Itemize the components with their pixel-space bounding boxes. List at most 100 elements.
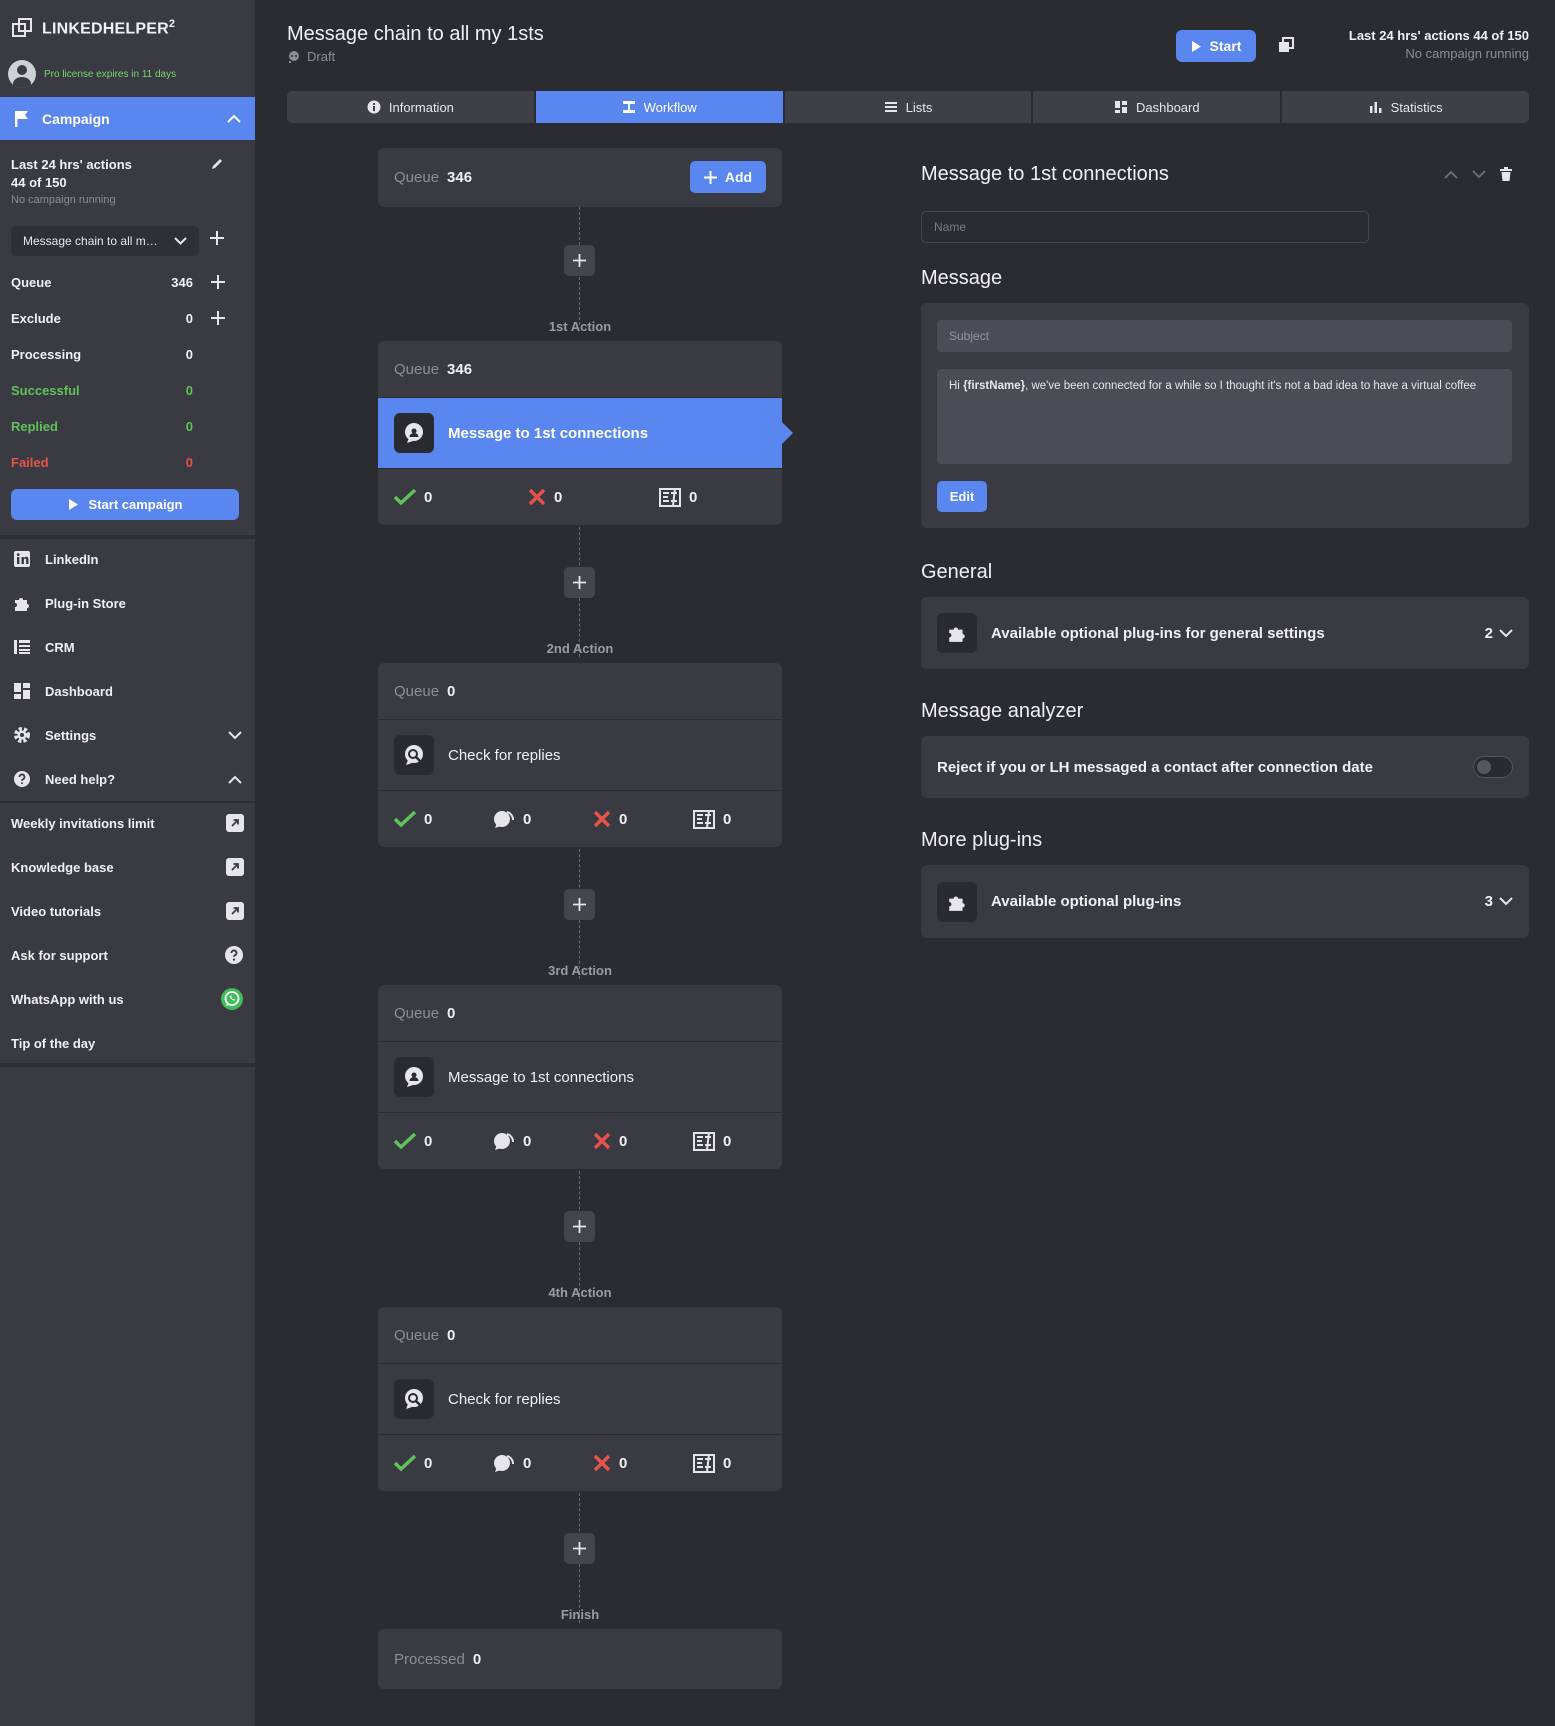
action-item[interactable]: Check for replies — [378, 1363, 782, 1435]
action-card-2[interactable]: Queue 0 Check for replies 0 0 0 0 — [378, 663, 782, 847]
chevron-up-icon[interactable] — [1444, 170, 1458, 179]
sidebar-item-linkedin[interactable]: LinkedIn — [0, 537, 255, 581]
bar-chart-icon — [1369, 100, 1383, 114]
more-plugins-row[interactable]: Available optional plug-ins 3 — [921, 865, 1529, 938]
action-card-4[interactable]: Queue 0 Check for replies 0 0 0 0 — [378, 1307, 782, 1491]
sidebar-item-need-help[interactable]: Need help? — [0, 757, 255, 801]
check-icon — [394, 810, 416, 828]
crm-icon — [13, 638, 31, 656]
start-campaign-button[interactable]: Start campaign — [11, 489, 239, 520]
tab-statistics[interactable]: Statistics — [1282, 91, 1529, 123]
plus-icon — [573, 1542, 586, 1555]
external-link-icon — [226, 814, 244, 832]
plus-icon — [573, 576, 586, 589]
chevron-down-icon[interactable] — [1472, 169, 1486, 179]
stat-label: Exclude — [11, 310, 61, 326]
campaign-select[interactable]: Message chain to all m… — [11, 226, 199, 256]
help-item-label: Ask for support — [11, 947, 108, 963]
more-plugins-label: Available optional plug-ins — [991, 893, 1182, 910]
stat-value: 0 — [523, 810, 532, 828]
add-step-button[interactable] — [564, 1211, 595, 1242]
skipped-icon — [693, 1131, 715, 1151]
action-name: Message to 1st connections — [448, 424, 649, 442]
sidebar-item-dashboard[interactable]: Dashboard — [0, 669, 255, 713]
stat-replied: 0 — [493, 1453, 593, 1473]
action-stats: 0 0 0 0 — [378, 791, 782, 847]
sidebar-item-label: Plug-in Store — [45, 595, 126, 611]
stat-value: 0 — [185, 346, 193, 362]
stat-success: 0 — [394, 1132, 493, 1150]
action-name-input[interactable] — [921, 211, 1369, 243]
queue-label: Queue — [394, 169, 440, 186]
action-card-3[interactable]: Queue 0 Message to 1st connections 0 0 0… — [378, 985, 782, 1169]
stat-failed: 0 — [593, 1454, 693, 1472]
general-plugins-row[interactable]: Available optional plug-ins for general … — [921, 597, 1529, 669]
add-queue-icon[interactable] — [210, 274, 226, 290]
add-step-button[interactable] — [564, 245, 595, 276]
subject-input[interactable] — [937, 320, 1512, 352]
sidebar-item-settings[interactable]: Settings — [0, 713, 255, 757]
queue-label: Queue — [394, 1326, 440, 1344]
skipped-icon — [659, 487, 681, 507]
reply-icon — [493, 809, 515, 829]
action-item[interactable]: Message to 1st connections — [378, 1041, 782, 1113]
check-icon — [394, 1132, 416, 1150]
chevron-up-icon[interactable] — [227, 114, 241, 123]
add-step-button[interactable] — [564, 1533, 595, 1564]
general-plugins-count: 2 — [1485, 625, 1513, 642]
action-label: 2nd Action — [546, 641, 614, 656]
close-icon — [593, 1132, 611, 1150]
start-button[interactable]: Start — [1176, 30, 1256, 62]
help-item-ask-support[interactable]: Ask for support — [0, 933, 255, 977]
duplicate-icon[interactable] — [1278, 37, 1294, 53]
help-item-knowledge-base[interactable]: Knowledge base — [0, 845, 255, 889]
sidebar-item-crm[interactable]: CRM — [0, 625, 255, 669]
help-item-whatsapp[interactable]: WhatsApp with us — [0, 977, 255, 1021]
help-item-tip-of-day[interactable]: Tip of the day — [0, 1021, 255, 1065]
check-replies-icon — [394, 735, 434, 775]
puzzle-icon — [13, 594, 31, 612]
action-card-1[interactable]: Queue 346 Message to 1st connections 0 0… — [378, 341, 782, 525]
reply-icon — [493, 1131, 515, 1151]
pencil-icon[interactable] — [210, 157, 224, 171]
action-name: Message to 1st connections — [448, 1068, 634, 1086]
tab-lists[interactable]: Lists — [784, 91, 1032, 123]
play-icon — [1191, 40, 1202, 53]
stat-value: 0 — [619, 1454, 628, 1472]
queue-count: 346 — [447, 169, 473, 186]
action-item[interactable]: Check for replies — [378, 719, 782, 791]
analyzer-option-label: Reject if you or LH messaged a contact a… — [937, 758, 1373, 776]
finish-label: Finish — [560, 1607, 600, 1622]
tab-label: Workflow — [643, 99, 697, 115]
add-campaign-icon[interactable] — [209, 230, 225, 246]
tab-dashboard[interactable]: Dashboard — [1033, 91, 1281, 123]
action-name: Check for replies — [448, 1390, 561, 1408]
sidebar-item-plugin-store[interactable]: Plug-in Store — [0, 581, 255, 625]
chevron-down-icon — [1499, 897, 1513, 906]
add-step-button[interactable] — [564, 889, 595, 920]
stat-failed: 0 — [593, 1132, 693, 1150]
help-item-weekly-invitations[interactable]: Weekly invitations limit — [0, 801, 255, 845]
add-label: Add — [724, 169, 753, 185]
edit-button[interactable]: Edit — [937, 481, 987, 512]
action-item-selected[interactable]: Message to 1st connections — [378, 397, 782, 469]
add-step-button[interactable] — [564, 567, 595, 598]
play-icon — [68, 498, 79, 511]
trash-icon[interactable] — [1500, 167, 1512, 181]
help-icon — [13, 770, 31, 788]
add-exclude-icon[interactable] — [210, 310, 226, 326]
help-item-video-tutorials[interactable]: Video tutorials — [0, 889, 255, 933]
analyzer-toggle[interactable] — [1473, 756, 1513, 778]
action-label: 1st Action — [548, 319, 612, 334]
help-item-label: Video tutorials — [11, 903, 102, 919]
add-button[interactable]: Add — [690, 161, 766, 193]
sidebar-campaign-header[interactable]: Campaign — [0, 97, 255, 140]
message-body[interactable]: Hi {firstName}, we've been connected for… — [937, 369, 1512, 464]
tab-workflow[interactable]: Workflow — [535, 91, 783, 123]
tab-information[interactable]: Information — [287, 91, 534, 123]
queue-label: Queue — [394, 360, 440, 378]
chevron-down-icon — [228, 730, 242, 740]
avatar[interactable] — [8, 60, 36, 88]
stat-skipped: 0 — [693, 809, 731, 829]
status-text: Draft — [307, 49, 336, 64]
